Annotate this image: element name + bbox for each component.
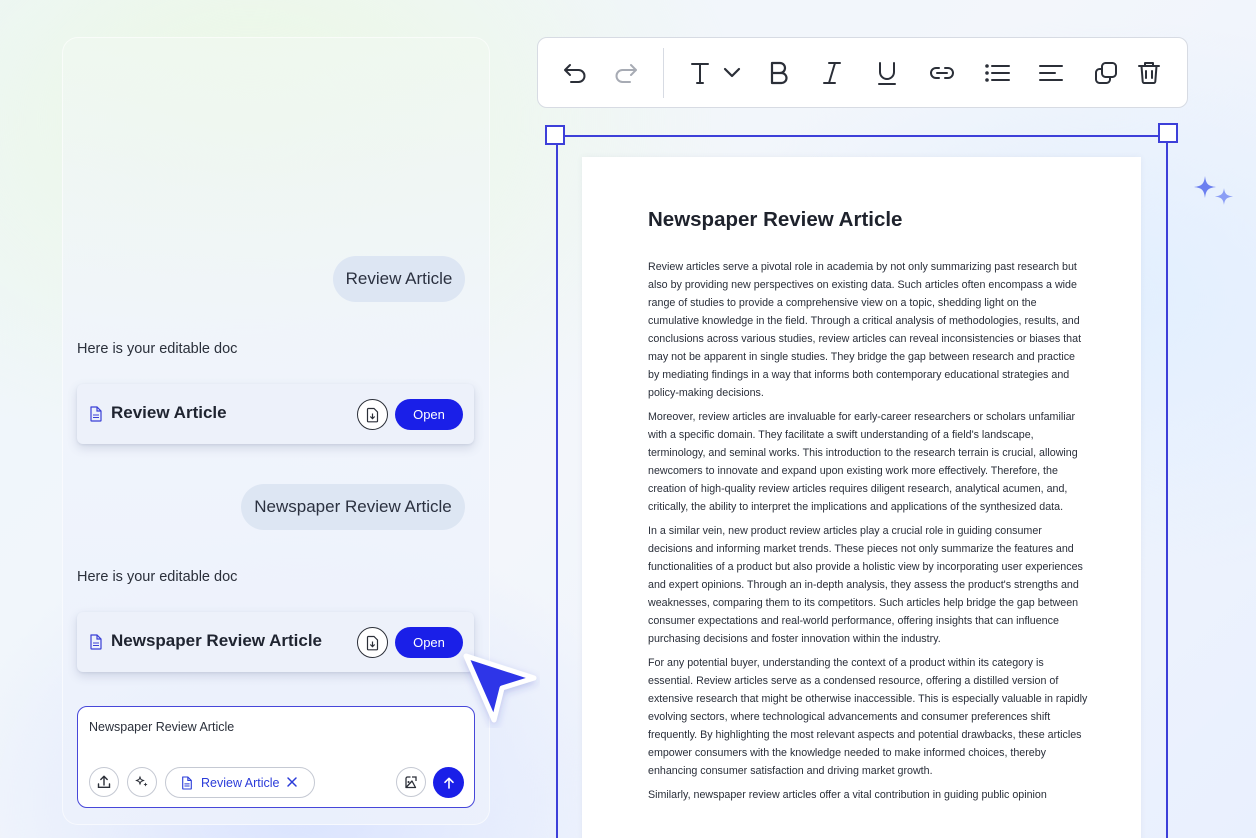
download-button[interactable]: [357, 399, 388, 430]
undo-button[interactable]: [560, 57, 592, 89]
open-button[interactable]: Open: [395, 399, 463, 430]
send-button[interactable]: [433, 767, 464, 798]
attach-image-button[interactable]: [396, 767, 426, 797]
italic-button[interactable]: [816, 57, 848, 89]
text-style-dropdown[interactable]: [684, 57, 748, 89]
doc-card-title: Newspaper Review Article: [111, 631, 323, 650]
document-icon: [90, 634, 102, 650]
resize-handle-top-left[interactable]: [545, 125, 565, 145]
document-title[interactable]: Newspaper Review Article: [648, 208, 902, 232]
redo-icon: [615, 64, 637, 83]
duplicate-button[interactable]: [1090, 57, 1122, 89]
redo-button[interactable]: [609, 57, 641, 89]
doc-card-title: Review Article: [111, 403, 227, 422]
resize-handle-top-right[interactable]: [1158, 123, 1178, 143]
attached-doc-chip[interactable]: Review Article: [165, 767, 315, 798]
document-icon: [90, 406, 102, 422]
underline-icon: [878, 62, 896, 85]
user-message-bubble: Newspaper Review Article: [241, 484, 465, 530]
underline-button[interactable]: [871, 57, 903, 89]
doc-card[interactable]: Review Article Open: [77, 384, 474, 444]
sparkles-icon: [1194, 176, 1233, 205]
document-paragraph[interactable]: Similarly, newspaper review articles off…: [648, 786, 1088, 804]
list-button[interactable]: [981, 57, 1013, 89]
download-icon: [366, 407, 379, 422]
toolbar-divider: [663, 48, 664, 98]
chat-input-box[interactable]: Newspaper Review Article Review Article: [77, 706, 475, 808]
undo-icon: [564, 64, 586, 83]
image-attach-icon: [405, 776, 417, 789]
bold-icon: [770, 61, 788, 85]
document-paragraph[interactable]: Moreover, review articles are invaluable…: [648, 408, 1088, 516]
link-icon: [930, 67, 954, 79]
link-button[interactable]: [926, 57, 958, 89]
bold-button[interactable]: [763, 57, 795, 89]
download-button[interactable]: [357, 627, 388, 658]
delete-icon: [1138, 62, 1160, 84]
user-message-bubble: Review Article: [333, 256, 465, 302]
document-paragraph[interactable]: Review articles serve a pivotal role in …: [648, 258, 1088, 402]
document-icon: [182, 776, 192, 790]
align-icon: [1039, 65, 1063, 81]
assistant-message-text: Here is your editable doc: [77, 569, 238, 585]
chip-label: Review Article: [201, 776, 280, 790]
pointer-cursor-icon: [463, 653, 537, 723]
document-page[interactable]: Newspaper Review Article Review articles…: [582, 157, 1141, 838]
upload-button[interactable]: [89, 767, 119, 797]
editor-toolbar: [537, 37, 1188, 108]
document-body[interactable]: Review articles serve a pivotal role in …: [648, 258, 1088, 810]
delete-button[interactable]: [1133, 57, 1165, 89]
doc-card[interactable]: Newspaper Review Article Open: [77, 612, 474, 672]
document-paragraph[interactable]: For any potential buyer, understanding t…: [648, 654, 1088, 780]
duplicate-icon: [1095, 62, 1117, 84]
arrow-up-icon: [443, 777, 454, 789]
assistant-message-text: Here is your editable doc: [77, 341, 238, 357]
text-style-icon: [691, 63, 741, 84]
align-button[interactable]: [1035, 57, 1067, 89]
document-paragraph[interactable]: In a similar vein, new product review ar…: [648, 522, 1088, 648]
open-button[interactable]: Open: [395, 627, 463, 658]
close-icon[interactable]: [286, 775, 298, 789]
download-icon: [366, 635, 379, 650]
chat-input-text[interactable]: Newspaper Review Article: [89, 720, 234, 734]
sparkle-icon: [135, 775, 148, 787]
list-icon: [985, 64, 1010, 82]
italic-icon: [823, 62, 841, 84]
upload-icon: [97, 775, 111, 788]
ai-sparkle-button[interactable]: [127, 767, 157, 797]
